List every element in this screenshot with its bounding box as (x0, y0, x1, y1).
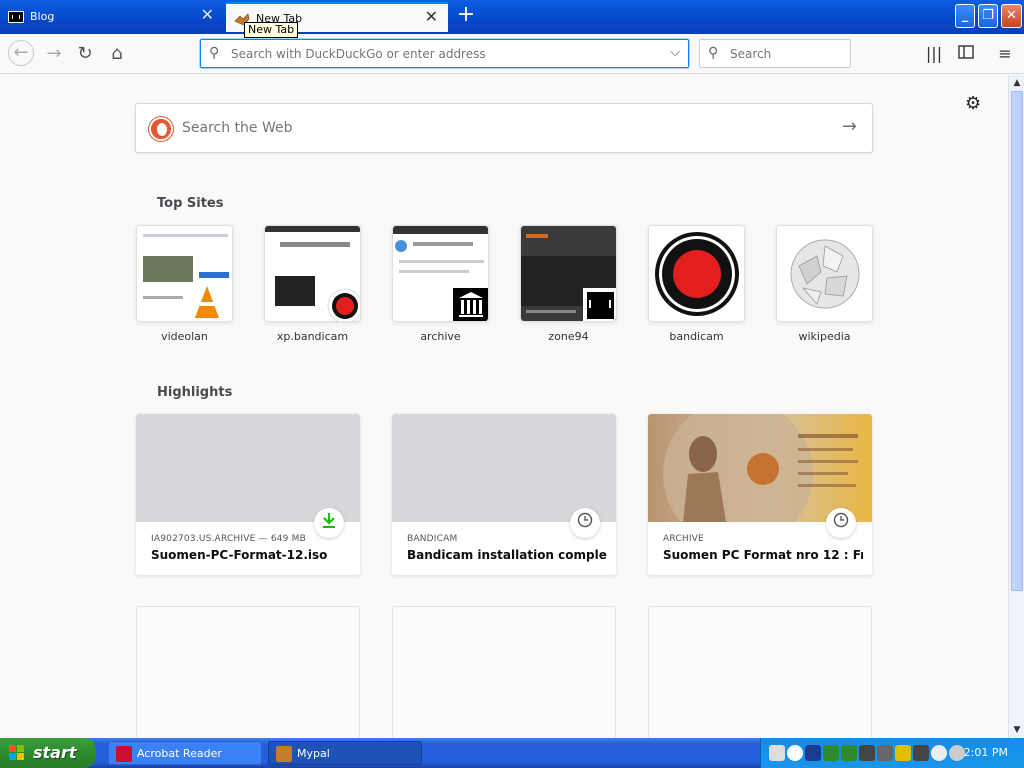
web-search-box[interactable]: → (135, 103, 873, 153)
highlight-source: IA902703.US.ARCHIVE — 649 MB (151, 534, 307, 544)
highlights-heading: Highlights (157, 385, 233, 400)
close-window-button[interactable]: ✕ (1001, 4, 1022, 28)
close-tab-icon[interactable]: ✕ (425, 9, 438, 25)
site-name: bandicam (669, 330, 724, 343)
mypal-icon (276, 746, 292, 762)
task-label: Mypal (297, 747, 330, 760)
site-thumbnail (520, 225, 617, 322)
highlight-card[interactable]: IA902703.US.ARCHIVE — 649 MB Suomen-PC-F… (136, 414, 360, 575)
clock: 2:01 PM (963, 746, 1008, 759)
highlight-image (136, 414, 360, 522)
hamburger-menu-icon[interactable]: ≡ (995, 44, 1015, 64)
empty-highlight-slot (392, 606, 616, 738)
gear-icon[interactable]: ⚙ (965, 93, 981, 114)
scroll-down-icon[interactable]: ▼ (1010, 723, 1024, 737)
taskbar-item-mypal[interactable]: Mypal (268, 741, 422, 765)
keyboard-icon[interactable] (769, 745, 785, 761)
forward-button[interactable]: → (42, 42, 66, 66)
top-sites-heading: Top Sites (157, 196, 224, 211)
highlight-source: ARCHIVE (663, 534, 704, 544)
arrow-right-icon[interactable]: → (842, 116, 857, 137)
new-tab-button[interactable]: + (455, 4, 477, 26)
site-thumbnail (136, 225, 233, 322)
new-tab-page: ⚙ → Top Sites (0, 75, 1008, 738)
site-thumbnail (776, 225, 873, 322)
site-thumbnail (648, 225, 745, 322)
start-label: start (33, 743, 77, 762)
address-bar[interactable]: ⚲ ⌵ (200, 39, 689, 68)
top-site-videolan[interactable]: videolan (136, 225, 233, 343)
sidebar-icon[interactable] (956, 44, 976, 64)
volume-icon[interactable] (949, 745, 965, 761)
site-thumbnail (392, 225, 489, 322)
tab-tooltip: New Tab (244, 22, 299, 38)
minimize-button[interactable]: _ (955, 4, 975, 28)
network-monitor-icon[interactable] (841, 745, 857, 761)
taskbar: start Acrobat Reader Mypal 2:01 PM (0, 738, 1024, 768)
scroll-up-icon[interactable]: ▲ (1010, 76, 1024, 90)
clock-icon (570, 508, 600, 538)
site-name: archive (420, 330, 461, 343)
site-name: wikipedia (798, 330, 851, 343)
reload-button[interactable]: ↻ (73, 42, 97, 66)
vertical-scrollbar[interactable]: ▲ ▼ (1008, 75, 1024, 738)
windows-logo-icon (9, 745, 25, 761)
browser-window: Blog ✕ New Tab ✕ + New Tab _ ❐ ✕ ← → ↻ ⌂… (0, 0, 1024, 768)
duckduckgo-icon (149, 117, 173, 141)
highlight-source: BANDICAM (407, 534, 458, 544)
back-button[interactable]: ← (8, 40, 34, 66)
highlight-image (392, 414, 616, 522)
top-site-xp-bandicam[interactable]: xp.bandicam (264, 225, 361, 343)
empty-highlight-slot (136, 606, 360, 738)
app-tray-icon[interactable] (931, 745, 947, 761)
web-search-input[interactable] (182, 118, 782, 138)
search-input[interactable] (730, 45, 840, 63)
maximize-button[interactable]: ❐ (978, 4, 998, 28)
terminal-icon (8, 11, 24, 23)
back-arrow-icon[interactable] (787, 745, 803, 761)
download-icon (314, 508, 344, 538)
app-tray-icon[interactable] (877, 745, 893, 761)
chevron-down-icon[interactable]: ⌵ (670, 45, 680, 60)
search-icon: ⚲ (209, 45, 220, 61)
app-tray-icon[interactable] (895, 745, 911, 761)
highlight-title: Suomen-PC-Format-12.iso (151, 548, 328, 562)
system-tray: 2:01 PM (760, 738, 1024, 768)
app-tray-icon[interactable] (913, 745, 929, 761)
highlight-title: Suomen PC Format nro 12 : Free... (663, 548, 863, 562)
navigation-toolbar: ← → ↻ ⌂ ⚲ ⌵ ⚲ ||| ≡ (0, 34, 1024, 74)
top-site-bandicam[interactable]: bandicam (648, 225, 745, 343)
home-button[interactable]: ⌂ (105, 42, 129, 66)
address-input[interactable] (231, 44, 651, 64)
search-bar[interactable]: ⚲ (699, 39, 851, 68)
tab-blog[interactable]: Blog ✕ (0, 2, 224, 32)
top-site-zone94[interactable]: zone94 (520, 225, 617, 343)
clock-icon (826, 508, 856, 538)
empty-highlight-slot (648, 606, 872, 738)
tab-strip: Blog ✕ New Tab ✕ + New Tab _ ❐ ✕ (0, 0, 1024, 38)
network-monitor-icon[interactable] (823, 745, 839, 761)
highlight-card[interactable]: BANDICAM Bandicam installation completed… (392, 414, 616, 575)
site-name: xp.bandicam (276, 330, 349, 343)
acrobat-icon (116, 746, 132, 762)
highlight-card[interactable]: ARCHIVE Suomen PC Format nro 12 : Free..… (648, 414, 872, 575)
top-sites-grid: videolan xp.bandicam archive zone94 band… (136, 225, 876, 355)
scroll-thumb[interactable] (1011, 91, 1023, 591)
library-icon[interactable]: ||| (924, 44, 944, 64)
start-button[interactable]: start (0, 738, 96, 768)
task-label: Acrobat Reader (137, 747, 222, 760)
close-tab-icon[interactable]: ✕ (201, 7, 214, 23)
app-tray-icon[interactable] (859, 745, 875, 761)
w-icon[interactable] (805, 745, 821, 761)
tab-label: Blog (30, 10, 55, 23)
taskbar-item-acrobat[interactable]: Acrobat Reader (108, 741, 262, 765)
top-site-archive[interactable]: archive (392, 225, 489, 343)
site-thumbnail (264, 225, 361, 322)
top-site-wikipedia[interactable]: wikipedia (776, 225, 873, 343)
site-name: zone94 (548, 330, 589, 343)
highlight-title: Bandicam installation completed... (407, 548, 607, 562)
site-name: videolan (161, 330, 208, 343)
highlight-image (648, 414, 872, 549)
search-icon: ⚲ (708, 45, 719, 61)
